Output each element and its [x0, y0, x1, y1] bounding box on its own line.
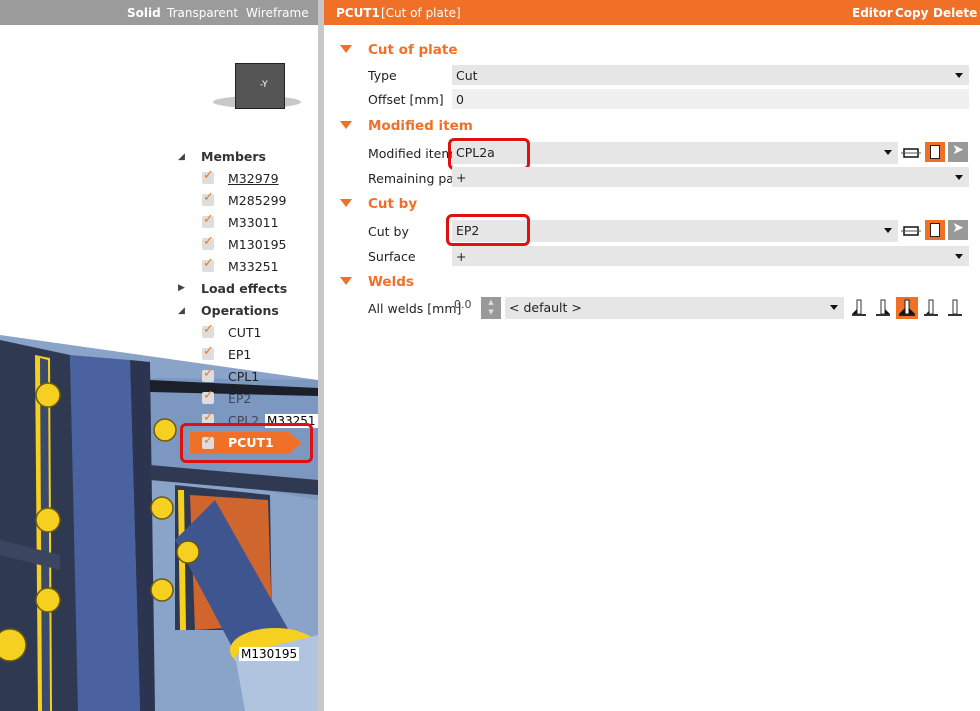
weld-type-value: < default >: [509, 300, 582, 315]
dropdown-arrow-icon: [830, 305, 838, 310]
collapse-icon: [340, 199, 352, 207]
expand-icon[interactable]: ▶: [178, 283, 185, 293]
plate-icon: [930, 223, 940, 237]
weld-position-toolbar: [852, 297, 962, 319]
tree-group-members[interactable]: Members: [201, 149, 266, 164]
offset-input[interactable]: 0: [452, 89, 969, 109]
properties-header: PCUT1 [Cut of plate] Editor Copy Delete: [324, 0, 980, 25]
highlight-box: [446, 214, 530, 246]
copy-button[interactable]: Copy: [895, 6, 928, 20]
checkbox[interactable]: [202, 256, 214, 272]
collapse-icon: [340, 121, 352, 129]
cut-by-label: Cut by: [368, 224, 409, 239]
select-cursor-icon[interactable]: ➤: [948, 142, 968, 162]
checkbox[interactable]: [202, 168, 214, 184]
section-title: Cut by: [368, 196, 418, 212]
view-mode-transparent[interactable]: Transparent: [167, 6, 238, 20]
surface-label: Surface: [368, 249, 416, 264]
tree-group-operations[interactable]: Operations: [201, 303, 279, 318]
dropdown-arrow-icon: [955, 175, 963, 180]
properties-panel: PCUT1 [Cut of plate] Editor Copy Delete …: [324, 0, 980, 711]
weld-left-icon[interactable]: [852, 299, 866, 316]
highlight-box: [180, 423, 313, 463]
type-value: Cut: [456, 68, 478, 83]
tree-item-member[interactable]: M33251: [228, 259, 279, 274]
tree-item-operation[interactable]: EP2: [228, 391, 251, 406]
delete-button[interactable]: Delete: [933, 6, 977, 20]
view-mode-solid[interactable]: Solid: [127, 6, 161, 20]
tree-item-member[interactable]: M33011: [228, 215, 279, 230]
checkbox[interactable]: [202, 212, 214, 228]
modified-item-label: Modified item: [368, 146, 454, 161]
all-welds-label: All welds [mm]: [368, 301, 462, 316]
weld-none-icon[interactable]: [948, 299, 962, 316]
pick-plate-button[interactable]: [925, 220, 945, 240]
remaining-part-select[interactable]: +: [452, 167, 969, 187]
dropdown-arrow-icon: [884, 228, 892, 233]
tree-item-operation[interactable]: EP1: [228, 347, 251, 362]
remaining-part-label: Remaining part: [368, 171, 464, 186]
view-cube[interactable]: -Y: [208, 60, 303, 110]
weld-right-icon[interactable]: [876, 299, 890, 316]
type-select[interactable]: Cut: [452, 65, 969, 85]
section-title: Welds: [368, 274, 414, 290]
checkbox[interactable]: [202, 344, 214, 360]
swap-icon[interactable]: [901, 221, 921, 241]
checkbox[interactable]: [202, 234, 214, 250]
select-cursor-icon[interactable]: ➤: [948, 220, 968, 240]
view-mode-wireframe[interactable]: Wireframe: [246, 6, 309, 20]
remaining-part-value: +: [456, 170, 467, 185]
collapse-icon[interactable]: ◢: [178, 152, 185, 162]
weld-type-select[interactable]: < default >: [505, 297, 844, 319]
offset-label: Offset [mm]: [368, 92, 444, 107]
weld-size-spinner[interactable]: ▲ ▼: [481, 297, 501, 319]
view-mode-bar: Solid Transparent Wireframe: [0, 0, 318, 25]
editor-button[interactable]: Editor: [852, 6, 893, 20]
checkbox[interactable]: [202, 190, 214, 206]
section-title: Modified item: [368, 118, 473, 134]
weld-partial-icon[interactable]: [924, 299, 938, 316]
dropdown-arrow-icon: [884, 150, 892, 155]
operation-type: [Cut of plate]: [381, 6, 461, 20]
tree-item-member[interactable]: M285299: [228, 193, 287, 208]
section-title: Cut of plate: [368, 42, 458, 58]
highlight-box: [448, 138, 530, 170]
collapse-icon: [340, 277, 352, 285]
pick-plate-button[interactable]: [925, 142, 945, 162]
offset-value: 0: [456, 92, 464, 107]
tree-item-operation[interactable]: CUT1: [228, 325, 261, 340]
tree-group-load-effects[interactable]: Load effects: [201, 281, 287, 296]
collapse-icon[interactable]: ◢: [178, 306, 185, 316]
swap-icon[interactable]: [901, 143, 921, 163]
checkbox[interactable]: [202, 322, 214, 338]
collapse-icon: [340, 45, 352, 53]
section-cut-of-plate[interactable]: Cut of plate: [340, 42, 458, 58]
tree-item-member[interactable]: M32979: [228, 171, 279, 186]
dropdown-arrow-icon: [955, 254, 963, 259]
tree-item-operation[interactable]: CPL1: [228, 369, 259, 384]
view-cube-face-label: -Y: [260, 80, 268, 90]
section-welds[interactable]: Welds: [340, 274, 414, 290]
all-welds-value[interactable]: 0.0: [454, 298, 472, 311]
surface-select[interactable]: +: [452, 246, 969, 266]
surface-value: +: [456, 249, 467, 264]
section-cut-by[interactable]: Cut by: [340, 196, 417, 212]
dropdown-arrow-icon: [955, 73, 963, 78]
type-label: Type: [368, 68, 397, 83]
section-modified-item[interactable]: Modified item: [340, 118, 473, 134]
3d-viewport[interactable]: Solid Transparent Wireframe -Y ◢ Members…: [0, 0, 318, 711]
tree-item-member[interactable]: M130195: [228, 237, 287, 252]
operation-name: PCUT1: [336, 6, 380, 20]
model-label-m130195: M130195: [239, 647, 300, 661]
plate-icon: [930, 145, 940, 159]
checkbox[interactable]: [202, 366, 214, 382]
checkbox[interactable]: [202, 388, 214, 404]
